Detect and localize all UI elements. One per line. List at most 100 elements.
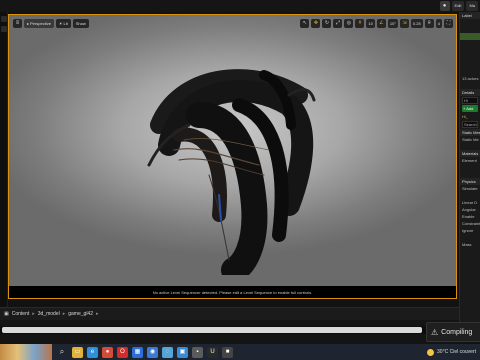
component-row[interactable]: Hi_: [460, 113, 480, 120]
camera-speed-icon[interactable]: ⌾: [424, 18, 434, 28]
photos-icon[interactable]: ▣: [177, 346, 188, 358]
maximize-icon[interactable]: ⛶: [444, 18, 453, 28]
scale-snap-value[interactable]: 0.25: [410, 18, 423, 28]
actor-count: 13 actors: [462, 76, 479, 81]
angle-snap-value[interactable]: 10°: [387, 18, 398, 28]
tool-button[interactable]: [1, 26, 7, 32]
show-label: Show: [75, 20, 86, 26]
search-icon[interactable]: ⌕: [56, 346, 68, 358]
lit-icon: ☀: [58, 20, 63, 26]
content-browser-path: ▣ Content ▸ 3d_model ▸ game_gl42 ▸: [0, 307, 459, 320]
grid-snap-icon[interactable]: #: [355, 18, 365, 28]
chevron-right-icon: ▸: [32, 311, 35, 317]
level-viewport[interactable]: ≡ ▸ Perspective ☀ Lit Show ↖ ✥ ↻ ⤢ ◎ # 1…: [8, 14, 457, 299]
chevron-right-icon: ▸: [62, 311, 66, 317]
details-header: Details: [460, 89, 480, 96]
grid-snap-value[interactable]: 10: [366, 18, 375, 28]
materials-section[interactable]: Materials: [460, 150, 480, 157]
actor-name-field[interactable]: Hi: [462, 97, 478, 104]
show-button[interactable]: Show: [72, 18, 89, 28]
app4-icon[interactable]: ■: [222, 346, 233, 358]
title-bar-controls: ● Edit Ma: [439, 0, 480, 12]
weather-icon[interactable]: [427, 348, 435, 356]
camera-speed-value[interactable]: 4: [435, 18, 442, 28]
enable-gravity-property[interactable]: Enable: [460, 213, 480, 220]
mass-property[interactable]: Mass: [460, 241, 480, 248]
store-icon[interactable]: ▦: [132, 346, 143, 358]
scale-snap-icon[interactable]: ⇲: [399, 18, 409, 28]
sequencer-message: No active Level Sequencer detected. Plea…: [152, 290, 313, 295]
outliner-row[interactable]: [460, 40, 480, 47]
material-element: Element: [462, 158, 477, 163]
windows-taskbar: ⌕ ▭ e ● O ▦ ◉ ◌ ▣ ▪ U ■ 30°C Ciel couvert: [0, 344, 480, 360]
opera-icon[interactable]: O: [117, 346, 128, 358]
static-mesh-section[interactable]: Static Mesh: [460, 129, 480, 136]
compile-notification: ⚠ Compiling: [426, 322, 480, 342]
chevron-right-icon: ▸: [96, 311, 99, 317]
edge-icon[interactable]: e: [87, 346, 98, 358]
world-icon[interactable]: ◎: [344, 18, 354, 28]
crumb-content[interactable]: Content: [12, 311, 30, 317]
lit-button[interactable]: ☀ Lit: [55, 18, 71, 28]
edit-chip[interactable]: Edit: [451, 1, 465, 11]
left-toolbar: [0, 12, 8, 312]
warning-icon: ⚠: [431, 327, 439, 337]
chrome-icon[interactable]: ●: [102, 346, 113, 358]
app2-icon[interactable]: ◌: [162, 346, 173, 358]
editor-window: ● Edit Ma ≡ ▸ Perspective ☀ Lit Show ↖ ✥…: [0, 0, 480, 360]
mode-chip[interactable]: Ma: [466, 1, 478, 11]
linear-damping-property[interactable]: Linear D: [460, 199, 480, 206]
outliner-row[interactable]: [460, 54, 480, 61]
simulate-physics-property[interactable]: Simulate: [460, 185, 480, 192]
system-tray: 30°C Ciel couvert: [427, 348, 480, 356]
weather-text[interactable]: 30°C Ciel couvert: [437, 349, 476, 355]
outliner-row[interactable]: [460, 68, 480, 75]
title-bar: [0, 0, 480, 12]
taskbar-apps: ▭ e ● O ▦ ◉ ◌ ▣ ▪ U ■: [68, 346, 233, 358]
add-component-button[interactable]: + Add: [462, 105, 478, 112]
crumb-game-folder[interactable]: game_gl42: [68, 311, 93, 317]
move-icon[interactable]: ✥: [311, 18, 321, 28]
physics-section[interactable]: Physics: [460, 178, 480, 185]
outliner-row[interactable]: [460, 61, 480, 68]
outliner-row-selected[interactable]: [460, 33, 480, 40]
perspective-button[interactable]: ▸ Perspective: [24, 18, 54, 28]
perspective-label: Perspective: [30, 20, 51, 26]
constraints-property[interactable]: Constraints: [460, 220, 480, 227]
app3-icon[interactable]: ▪: [192, 346, 203, 358]
lit-label: Lit: [63, 20, 68, 26]
unreal-icon[interactable]: U: [207, 346, 218, 358]
hair-mesh[interactable]: [139, 55, 319, 275]
outliner-row[interactable]: [460, 26, 480, 33]
static-mesh-property: Static Me: [462, 137, 479, 142]
camera-icon: ▸: [27, 20, 30, 26]
details-panel: Label 13 actors Details Hi + Add Hi_ Sea…: [459, 12, 480, 334]
angular-damping-property[interactable]: Angular: [460, 206, 480, 213]
details-search-input[interactable]: Search: [462, 121, 478, 128]
compile-notification-text: Compiling: [441, 328, 473, 336]
viewport-toolbar-right: ↖ ✥ ↻ ⤢ ◎ # 10 ∠ 10° ⇲ 0.25 ⌾ 4 ⛶: [300, 18, 453, 28]
crumb-3d-model[interactable]: 3d_model: [38, 311, 60, 317]
viewport-toolbar-left: ≡ ▸ Perspective ☀ Lit Show: [13, 18, 89, 28]
tool-button[interactable]: [1, 16, 7, 22]
outliner-row[interactable]: [460, 47, 480, 54]
ignore-property[interactable]: Ignore: [460, 227, 480, 234]
widgets-thumbnail[interactable]: [0, 344, 52, 360]
angle-snap-icon[interactable]: ∠: [376, 18, 386, 28]
app-icon[interactable]: ◉: [147, 346, 158, 358]
file-explorer-icon[interactable]: ▭: [72, 346, 83, 358]
scale-icon[interactable]: ⤢: [333, 18, 343, 28]
outliner-row[interactable]: [460, 19, 480, 26]
rotate-icon[interactable]: ↻: [322, 18, 332, 28]
scrollbar-thumb[interactable]: [2, 327, 422, 333]
viewport-menu-icon[interactable]: ≡: [13, 18, 22, 28]
folder-icon[interactable]: ▣: [4, 311, 9, 317]
source-control-icon[interactable]: ●: [439, 1, 450, 11]
select-icon[interactable]: ↖: [300, 18, 310, 28]
